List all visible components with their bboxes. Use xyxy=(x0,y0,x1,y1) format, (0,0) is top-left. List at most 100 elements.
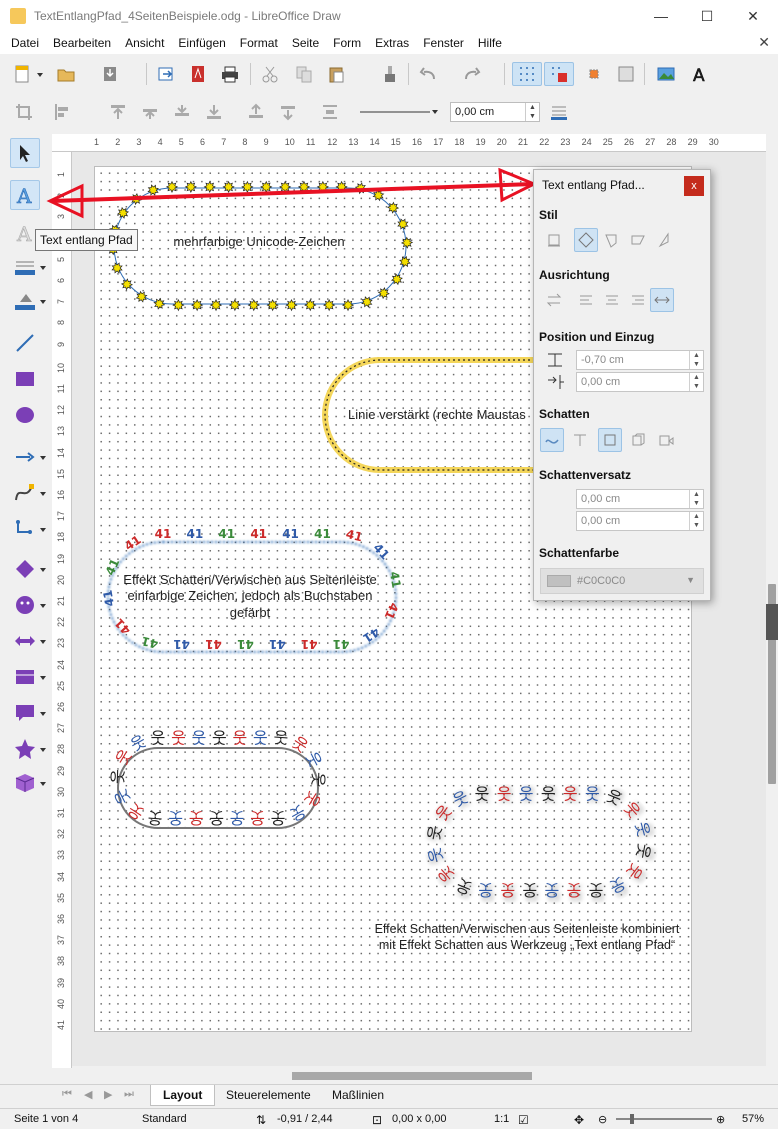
block-arrows-tool[interactable] xyxy=(10,626,40,656)
zoom-level[interactable]: 57% xyxy=(742,1113,764,1125)
first-tab-icon[interactable]: ⏮ xyxy=(62,1088,72,1101)
select-tool[interactable] xyxy=(10,138,40,168)
horizontal-scrollbar[interactable] xyxy=(52,1068,766,1084)
align-center-text-button[interactable] xyxy=(600,288,624,312)
send-back-button[interactable] xyxy=(202,100,226,124)
clone-formatting-button[interactable] xyxy=(378,62,402,86)
insert-fontwork-button[interactable]: A xyxy=(688,62,712,86)
shadow-slant-button[interactable] xyxy=(626,428,650,452)
position-spin-arrows-icon[interactable]: ▲ ▼ xyxy=(689,351,703,369)
redo-button[interactable] xyxy=(460,62,484,86)
style-slant-horizontal-button[interactable] xyxy=(626,228,650,252)
maximize-button[interactable]: ☐ xyxy=(684,0,730,32)
callouts-tool[interactable] xyxy=(10,698,40,728)
panel-close-button[interactable]: x xyxy=(684,176,704,196)
bring-front-button[interactable] xyxy=(106,100,130,124)
save-button[interactable] xyxy=(98,62,122,86)
insert-image-button[interactable] xyxy=(654,62,678,86)
shadow-offset-x-input[interactable]: 0,00 cm ▲ ▼ xyxy=(576,489,704,509)
shadow-offset-y-input[interactable]: 0,00 cm ▲ ▼ xyxy=(576,511,704,531)
page-style[interactable]: Standard xyxy=(142,1113,187,1125)
print-button[interactable] xyxy=(218,62,242,86)
style-rotate-button[interactable] xyxy=(574,228,598,252)
align-left-button[interactable] xyxy=(50,100,74,124)
minimize-button[interactable]: — xyxy=(638,0,684,32)
object-behind-button[interactable] xyxy=(276,100,300,124)
snap-to-grid-button[interactable] xyxy=(544,62,574,86)
menu-ansicht[interactable]: Ansicht xyxy=(118,36,171,50)
copy-button[interactable] xyxy=(292,62,316,86)
zoom-slider-handle[interactable] xyxy=(630,1114,634,1124)
orientation-button[interactable] xyxy=(542,288,566,312)
curve-tool[interactable] xyxy=(10,478,40,508)
shadow-y-spin-arrows-icon[interactable]: ▲ ▼ xyxy=(689,512,703,530)
shadow-color-select[interactable]: #C0C0C0 ▼ xyxy=(540,568,704,594)
style-slant-vertical-button[interactable] xyxy=(652,228,676,252)
shape-korean-path[interactable]: 웃 웃 웃 웃 웃 웃 웃 웃웃웃웃웃웃웃웃웃웃웃웃웃웃웃웃웃 xyxy=(94,718,344,858)
close-button[interactable]: ✕ xyxy=(730,0,776,32)
cut-button[interactable] xyxy=(258,62,282,86)
zoom-in-icon[interactable]: ⊕ xyxy=(716,1113,725,1126)
tab-masslinien[interactable]: Maßlinien xyxy=(320,1085,396,1106)
menu-datei[interactable]: Datei xyxy=(4,36,46,50)
horizontal-scrollbar-thumb[interactable] xyxy=(292,1072,532,1080)
zoom-pan-button[interactable] xyxy=(614,62,638,86)
indent-spin-arrows-icon[interactable]: ▲ ▼ xyxy=(689,373,703,391)
sidebar-handle[interactable] xyxy=(766,604,778,640)
last-tab-icon[interactable]: ⏭ xyxy=(124,1088,134,1101)
stars-tool[interactable] xyxy=(10,734,40,764)
object-front-button[interactable] xyxy=(244,100,268,124)
fontwork-text-tool[interactable]: A xyxy=(10,180,40,210)
3d-objects-tool[interactable] xyxy=(10,768,40,798)
menu-hilfe[interactable]: Hilfe xyxy=(471,36,509,50)
align-right-text-button[interactable] xyxy=(626,288,650,312)
autosize-text-button[interactable] xyxy=(650,288,674,312)
zoom-out-icon[interactable]: ⊖ xyxy=(598,1113,607,1126)
align-left-text-button[interactable] xyxy=(574,288,598,312)
vertical-ruler[interactable]: 1234567891011121314151617181920212223242… xyxy=(52,152,72,1072)
menu-einfuegen[interactable]: Einfügen xyxy=(171,36,232,50)
crop-button[interactable] xyxy=(12,100,36,124)
ellipse-tool[interactable] xyxy=(10,400,40,430)
page-indicator[interactable]: Seite 1 von 4 xyxy=(14,1113,78,1125)
line-color-tool[interactable] xyxy=(10,252,40,282)
shadow-perspective-button[interactable] xyxy=(654,428,678,452)
export-button[interactable] xyxy=(154,62,178,86)
fill-color-tool[interactable] xyxy=(10,286,40,316)
line-tool[interactable] xyxy=(10,328,40,358)
shadow-off-button[interactable] xyxy=(540,428,564,452)
undo-button[interactable] xyxy=(416,62,440,86)
menu-bearbeiten[interactable]: Bearbeiten xyxy=(46,36,118,50)
indent-input[interactable]: 0,00 cm ▲ ▼ xyxy=(576,372,704,392)
menu-extras[interactable]: Extras xyxy=(368,36,416,50)
menu-seite[interactable]: Seite xyxy=(285,36,326,50)
new-button[interactable] xyxy=(10,62,34,86)
shadow-x-spin-arrows-icon[interactable]: ▲ ▼ xyxy=(689,490,703,508)
spin-arrows-icon[interactable]: ▲ ▼ xyxy=(525,103,539,121)
shadow-text-button[interactable] xyxy=(568,428,592,452)
line-style-select[interactable] xyxy=(356,100,440,124)
paste-button[interactable] xyxy=(324,62,348,86)
basic-shapes-tool[interactable] xyxy=(10,554,40,584)
horizontal-ruler[interactable]: 1 2 3 4 5 6 7 8 9 10 11 12 13 14 15 16 17 18 19 20 21 22 23 24 2… xyxy=(52,134,766,152)
forward-one-button[interactable] xyxy=(138,100,162,124)
helplines-button[interactable] xyxy=(582,62,606,86)
style-upright-button[interactable] xyxy=(600,228,624,252)
shadow-vertical-button[interactable] xyxy=(598,428,622,452)
tab-layout[interactable]: Layout xyxy=(150,1085,216,1106)
next-tab-icon[interactable]: ▶ xyxy=(104,1088,112,1101)
backward-one-button[interactable] xyxy=(170,100,194,124)
display-grid-button[interactable] xyxy=(512,62,542,86)
prev-tab-icon[interactable]: ◀ xyxy=(84,1088,92,1101)
open-button[interactable] xyxy=(54,62,78,86)
symbol-shapes-tool[interactable] xyxy=(10,590,40,620)
line-width-input[interactable]: 0,00 cm ▲ ▼ xyxy=(450,102,540,122)
distribute-button[interactable] xyxy=(318,100,342,124)
document-modified-icon[interactable]: ☑ xyxy=(518,1113,529,1127)
menu-fenster[interactable]: Fenster xyxy=(416,36,471,50)
style-off-button[interactable] xyxy=(542,228,566,252)
tab-steuerelemente[interactable]: Steuerelemente xyxy=(214,1085,323,1106)
rectangle-tool[interactable] xyxy=(10,364,40,394)
flowchart-tool[interactable] xyxy=(10,662,40,692)
close-document-icon[interactable]: ✕ xyxy=(758,34,770,51)
